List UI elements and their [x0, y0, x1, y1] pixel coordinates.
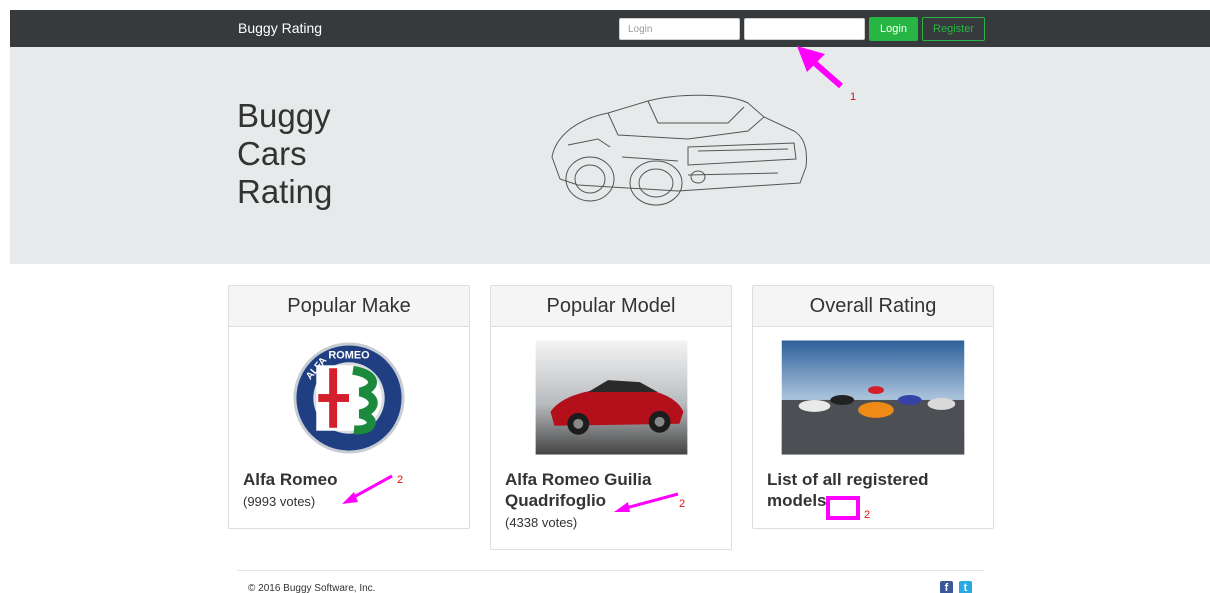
popular-make-votes: (9993 votes) [243, 494, 316, 509]
popular-model-name[interactable]: Alfa Romeo Guilia Quadrifoglio [505, 469, 720, 511]
hero-title-line: Cars [237, 135, 307, 172]
annotation-number-2: 2 [397, 474, 404, 486]
all-models-link[interactable]: List of all registered models. [767, 469, 982, 511]
brand-link[interactable]: Buggy Rating [238, 20, 322, 36]
hero-title-line: Buggy [237, 97, 331, 134]
card-header: Overall Rating [753, 286, 993, 327]
register-button[interactable]: Register [922, 17, 985, 41]
popular-model-votes: (4338 votes) [505, 515, 578, 530]
hero-banner: Buggy Cars Rating [10, 47, 1210, 264]
annotation-number-2: 2 [679, 498, 686, 510]
svg-text:ROMEO: ROMEO [328, 349, 370, 361]
hero-title-line: Rating [237, 173, 333, 210]
password-input[interactable] [744, 18, 865, 40]
card-header: Popular Model [491, 286, 731, 327]
popular-make-card[interactable]: Popular Make ROMEO ALFA Alfa Romeo (9993… [228, 285, 470, 529]
footer-divider [237, 570, 984, 571]
annotation-number-1: 1 [850, 91, 857, 103]
top-navbar: Buggy Rating Login Register [10, 10, 1210, 47]
login-input[interactable] [619, 18, 740, 40]
overall-rating-card[interactable]: Overall Rating List of all registered mo… [752, 285, 994, 529]
car-sketch-illustration [551, 94, 807, 206]
card-header: Popular Make [229, 286, 469, 327]
twitter-icon[interactable]: t [959, 581, 972, 593]
popular-model-card[interactable]: Popular Model Alfa Romeo Guilia Quadrifo… [490, 285, 732, 550]
hero-title: Buggy Cars Rating [237, 97, 367, 211]
alfa-romeo-logo: ROMEO ALFA [293, 342, 405, 454]
supercars-lineup-photo [781, 340, 965, 455]
popular-make-name[interactable]: Alfa Romeo [243, 469, 458, 490]
red-sports-car-photo [535, 340, 688, 455]
copyright-text: © 2016 Buggy Software, Inc. [248, 583, 376, 593]
login-button[interactable]: Login [869, 17, 918, 41]
facebook-icon[interactable]: f [940, 581, 953, 593]
annotation-number-2: 2 [864, 509, 871, 521]
